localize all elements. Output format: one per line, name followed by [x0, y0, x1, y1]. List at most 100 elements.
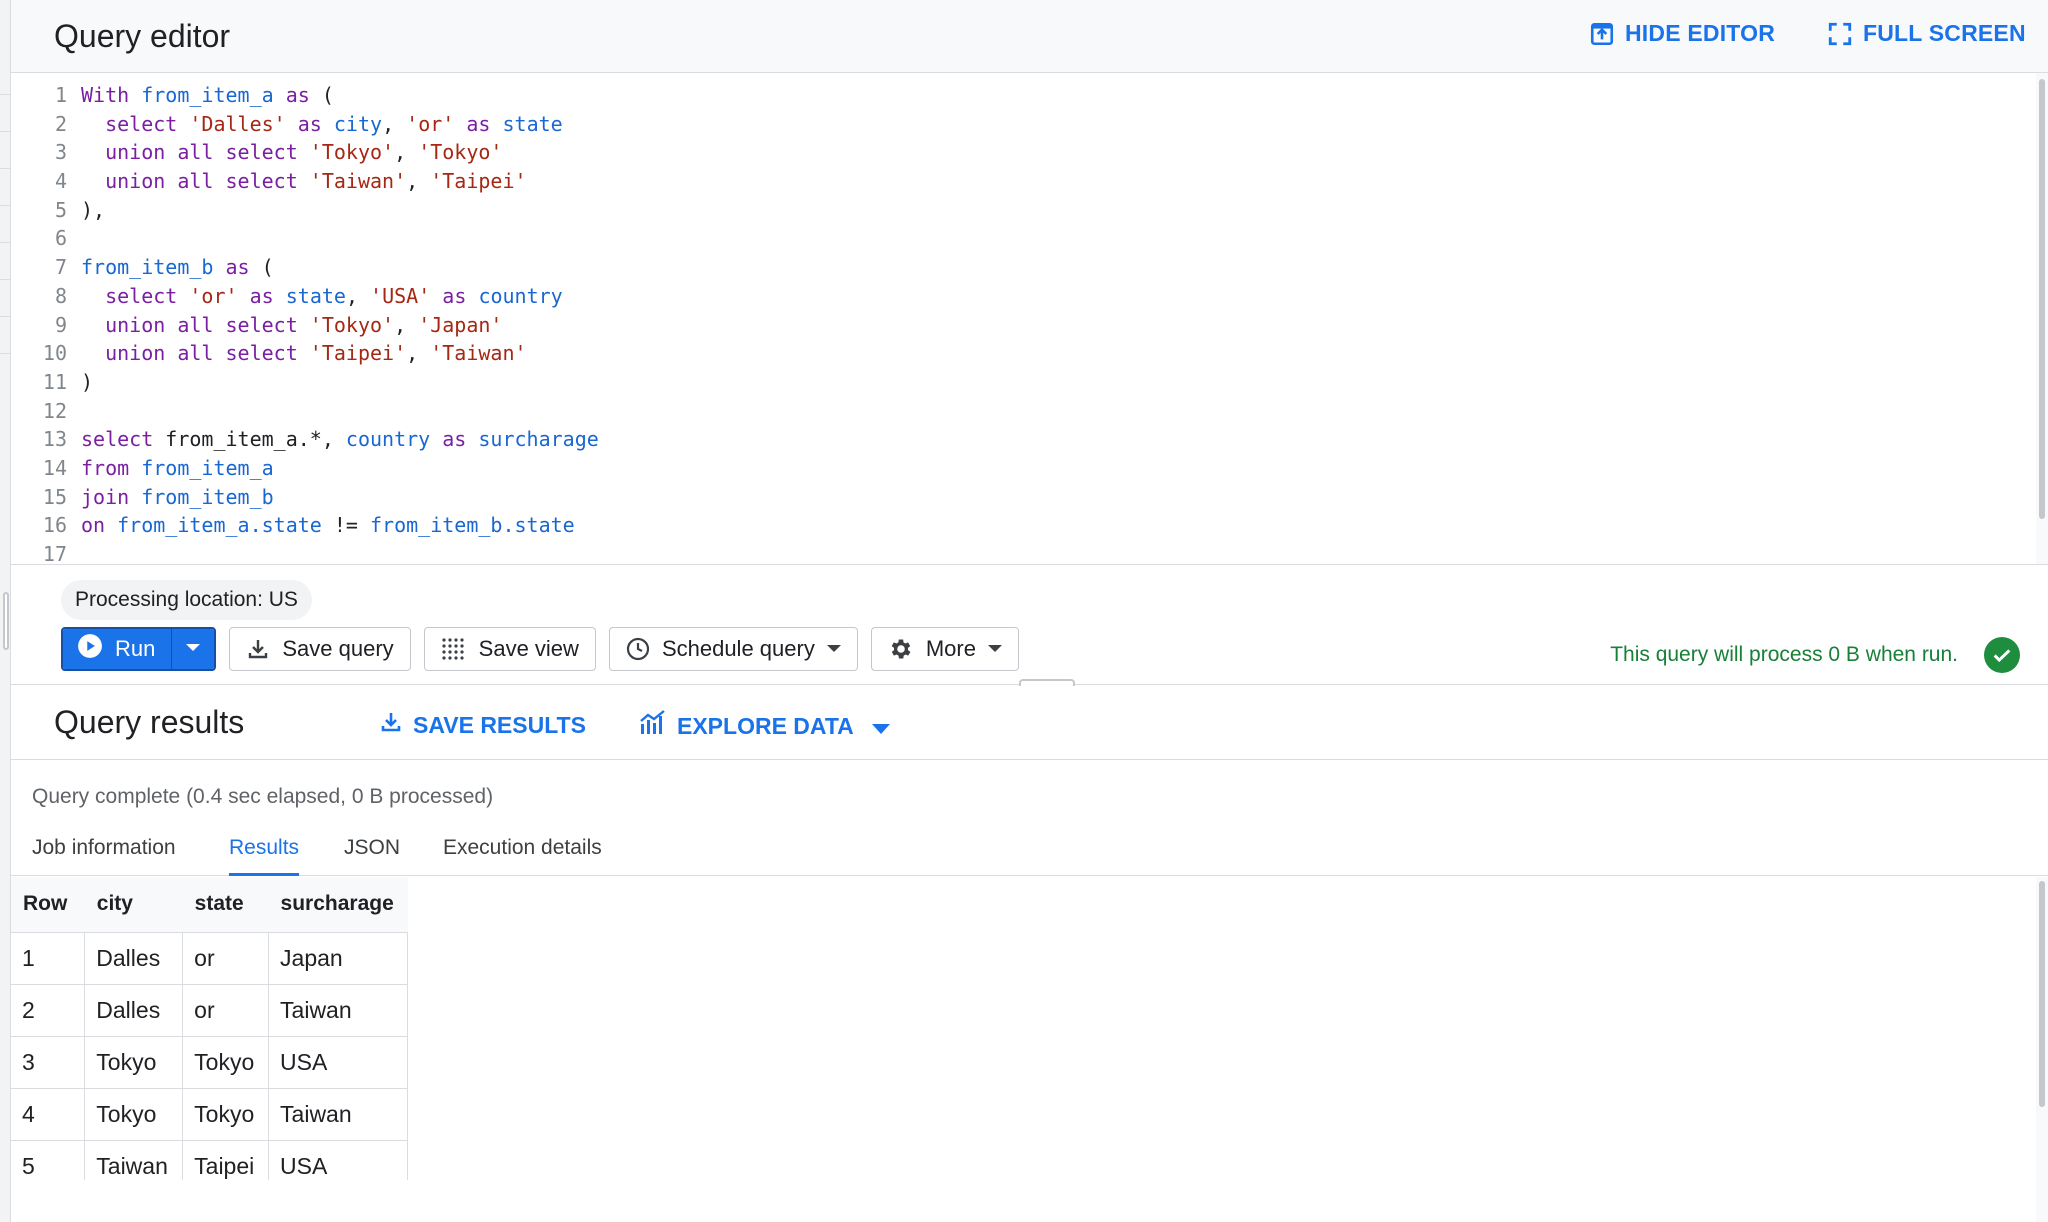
line-number: 5 [54, 197, 67, 222]
table-cell[interactable]: 1 [11, 931, 86, 985]
table-row[interactable]: 4 Tokyo Tokyo Taiwan [11, 1087, 408, 1141]
table-cell[interactable]: Taipei [182, 1139, 270, 1180]
code-line[interactable]: 10 union all select 'Taipei', 'Taiwan' [11, 339, 2031, 368]
results-header: Query results SAVE RESULTS EXPLORE DATA [11, 686, 2048, 760]
tab-results[interactable]: Results [229, 836, 300, 876]
table-cell[interactable]: Japan [268, 931, 408, 985]
editor-scrollbar[interactable] [2036, 73, 2048, 564]
table-cell[interactable]: USA [268, 1035, 408, 1089]
save-results-button[interactable]: SAVE RESULTS [379, 710, 586, 740]
panel-resize-grip[interactable] [3, 592, 9, 650]
query-status-text: Query complete (0.4 sec elapsed, 0 B pro… [32, 785, 494, 808]
table-cell[interactable]: Tokyo [84, 1035, 184, 1089]
tab-job-information[interactable]: Job information [32, 836, 176, 876]
run-button[interactable]: Run [63, 629, 173, 669]
save-query-label: Save query [282, 636, 394, 661]
code-line[interactable]: 7 from_item_b as ( [11, 253, 2031, 282]
code-line[interactable]: 11) [11, 368, 2031, 397]
code-token: , [406, 341, 431, 366]
code-token: 'Taiwan' [430, 341, 527, 366]
line-number: 4 [54, 169, 67, 194]
tab-execution-details[interactable]: Execution details [443, 836, 602, 876]
code-token: select [105, 283, 190, 308]
line-number: 1 [54, 83, 67, 107]
code-lines[interactable]: 1 With from_item_a as (2 select 'Dalles' … [11, 81, 2031, 564]
column-header-surcharage[interactable]: surcharage [268, 877, 408, 933]
code-line[interactable]: 4 union all select 'Taiwan', 'Taipei' [11, 167, 2031, 196]
table-row[interactable]: 5 Taiwan Taipei USA [11, 1139, 408, 1180]
column-header-state[interactable]: state [182, 877, 269, 933]
results-table-container[interactable]: Row city state surcharage 1 Dalles or Japan… [11, 877, 408, 1180]
table-cell[interactable]: Tokyo [84, 1087, 184, 1141]
save-view-button[interactable]: Save view [423, 627, 596, 671]
code-token: union all select [105, 169, 310, 194]
table-row[interactable]: 1 Dalles or Japan [11, 931, 408, 985]
code-token: 'Japan' [418, 312, 503, 337]
table-cell[interactable]: or [182, 983, 270, 1037]
code-line[interactable]: 16 on from_item_a.state != from_item_b.st… [11, 511, 2031, 540]
table-row[interactable]: 3 Tokyo Tokyo USA [11, 1035, 408, 1089]
results-scrollbar[interactable] [2036, 877, 2048, 1222]
table-cell[interactable]: Dalles [84, 931, 184, 985]
code-line[interactable]: 3 union all select 'Tokyo', 'Tokyo' [11, 138, 2031, 167]
code-token: 'Taipei' [309, 341, 407, 366]
table-cell[interactable]: Tokyo [182, 1087, 270, 1141]
schedule-query-label: Schedule query [661, 636, 815, 661]
line-number: 7 [54, 255, 67, 280]
code-token: from_item_b [141, 484, 274, 509]
code-token: surcharage [478, 427, 599, 452]
code-token: as [430, 283, 479, 308]
clock-icon [626, 637, 650, 661]
run-options-dropdown[interactable] [172, 629, 215, 669]
code-line[interactable]: 15 join from_item_b [11, 483, 2031, 512]
code-line[interactable]: 17 [11, 540, 2031, 564]
query-validator-message: This query will process 0 B when run. [1610, 643, 1958, 666]
code-line[interactable]: 12 [11, 397, 2031, 426]
code-line[interactable]: 13 select from_item_a.*, country as surch… [11, 425, 2031, 454]
code-line[interactable]: 2 select 'Dalles' as city, 'or' as state [11, 110, 2031, 139]
tab-json[interactable]: JSON [344, 836, 400, 876]
sql-code-editor[interactable]: 1 With from_item_a as (2 select 'Dalles' … [11, 73, 2048, 565]
line-number: 3 [54, 140, 67, 165]
table-cell[interactable]: 2 [11, 983, 86, 1037]
code-line[interactable]: 8 select 'or' as state, 'USA' as country [11, 282, 2031, 311]
code-line[interactable]: 5), [11, 196, 2031, 225]
table-cell[interactable]: 4 [11, 1087, 86, 1141]
save-query-button[interactable]: Save query [229, 627, 411, 671]
processing-location-chip[interactable]: Processing location: US [61, 580, 312, 620]
column-header-row[interactable]: Row [11, 877, 85, 933]
table-cell[interactable]: Taiwan [268, 1087, 408, 1141]
results-tabs: Job information Results JSON Execution d… [11, 828, 2048, 876]
table-cell[interactable]: Taiwan [84, 1139, 184, 1180]
code-token: ), [81, 197, 106, 222]
more-button[interactable]: More [870, 627, 1019, 671]
code-token: as [454, 111, 503, 136]
table-cell[interactable]: 5 [11, 1139, 86, 1180]
schedule-query-button[interactable]: Schedule query [608, 627, 858, 671]
table-cell[interactable]: Tokyo [182, 1035, 270, 1089]
code-line[interactable]: 6 [11, 224, 2031, 253]
code-line[interactable]: 14 from from_item_a [11, 454, 2031, 483]
table-cell[interactable]: Taiwan [268, 983, 408, 1037]
code-token: , [406, 169, 431, 194]
code-line[interactable]: 1 With from_item_a as ( [11, 81, 2031, 110]
code-token: With [81, 83, 142, 107]
fullscreen-icon [1827, 21, 1853, 47]
code-line[interactable]: 9 union all select 'Tokyo', 'Japan' [11, 311, 2031, 340]
table-cell[interactable]: or [182, 931, 270, 985]
code-token: 'Dalles' [189, 111, 286, 136]
line-number: 14 [42, 455, 67, 480]
full-screen-button[interactable]: FULL SCREEN [1827, 20, 2026, 47]
explore-data-button[interactable]: EXPLORE DATA [639, 710, 890, 742]
table-row[interactable]: 2 Dalles or Taiwan [11, 983, 408, 1037]
line-number: 11 [42, 369, 67, 394]
table-cell[interactable]: Dalles [84, 983, 184, 1037]
column-header-city[interactable]: city [84, 877, 183, 933]
table-cell[interactable]: USA [268, 1139, 408, 1180]
play-circle-icon [77, 633, 103, 665]
hide-editor-button[interactable]: HIDE EDITOR [1589, 20, 1775, 47]
code-token: as [430, 427, 479, 452]
table-cell[interactable]: 3 [11, 1035, 86, 1089]
